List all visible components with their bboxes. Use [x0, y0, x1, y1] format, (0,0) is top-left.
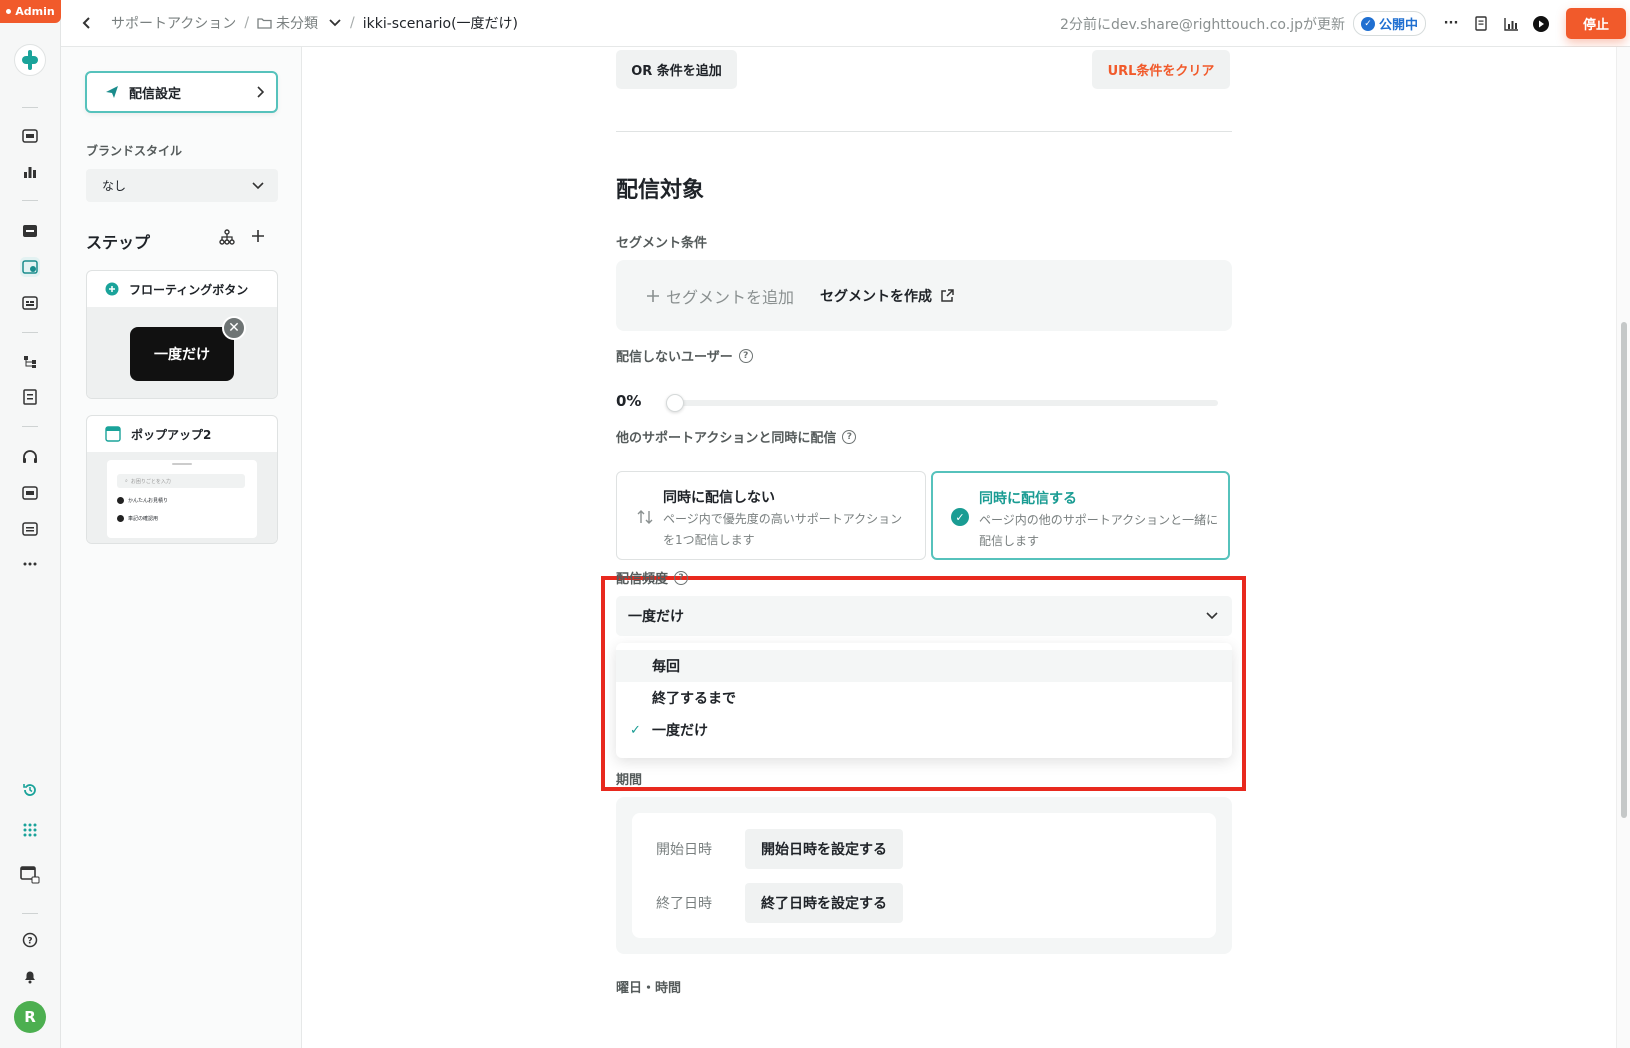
add-step-icon[interactable]: [251, 229, 265, 249]
frequency-option-once[interactable]: ✓ 一度だけ: [616, 714, 1232, 746]
play-icon[interactable]: [1526, 9, 1556, 39]
analytics-icon[interactable]: [20, 162, 40, 182]
support-action-icon[interactable]: [20, 257, 40, 277]
breadcrumb-folder[interactable]: 未分類: [257, 13, 342, 33]
option-concurrent[interactable]: ✓ 同時に配信する ページ内の他のサポートアクションと一緒に配信します: [931, 471, 1230, 560]
more-icon[interactable]: [20, 554, 40, 574]
steps-title: ステップ: [86, 233, 151, 252]
chevron-down-icon: [252, 181, 264, 189]
weekday-label: 曜日・時間: [616, 981, 682, 996]
frequency-option-every[interactable]: 毎回: [616, 650, 1232, 682]
plus-icon: [647, 289, 659, 302]
frequency-label: 配信頻度?: [616, 568, 689, 587]
folder-icon: [257, 18, 272, 29]
concurrent-label: 他のサポートアクションと同時に配信?: [616, 427, 857, 446]
set-end-button[interactable]: 終了日時を設定する: [745, 883, 903, 923]
history-icon[interactable]: [20, 780, 40, 800]
media-icon[interactable]: [20, 483, 40, 503]
option-no-concurrent[interactable]: 同時に配信しない ページ内で優先度の高いサポートアクションを1つ配信します: [616, 471, 926, 560]
delivery-settings-button[interactable]: 配信設定: [85, 71, 278, 113]
sort-icon: [637, 510, 653, 524]
check-icon: ✓: [1360, 16, 1375, 31]
updated-text: 2分前にdev.share@righttouch.co.jpが更新: [1060, 16, 1345, 33]
bell-icon[interactable]: [20, 966, 40, 986]
period-box: 開始日時 開始日時を設定する 終了日時 終了日時を設定する: [616, 797, 1232, 954]
status-badge[interactable]: ✓ 公開中: [1352, 11, 1426, 36]
display-icon[interactable]: [20, 126, 40, 146]
document-icon[interactable]: [20, 387, 40, 407]
apps-grid-icon[interactable]: [20, 820, 40, 840]
popup-preview: ⌕ お困りごとを入力 かんたんお見積り 車記の確認用: [107, 460, 257, 538]
exclude-users-slider[interactable]: [676, 400, 1218, 406]
tree-icon[interactable]: [219, 229, 235, 249]
svg-text:?: ?: [27, 937, 32, 947]
brand-style-select[interactable]: なし: [86, 169, 278, 202]
stop-button[interactable]: 停止: [1566, 8, 1626, 39]
breadcrumb-current: ikki-scenario(一度だけ): [362, 16, 518, 32]
popup-icon: [105, 426, 121, 442]
segment-label: セグメント条件: [616, 236, 708, 251]
help-icon[interactable]: ?: [20, 930, 40, 950]
frequency-dropdown: 毎回 終了するまで ✓ 一度だけ: [616, 643, 1232, 758]
end-label: 終了日時: [656, 896, 712, 912]
slider-thumb[interactable]: [666, 394, 684, 412]
breadcrumb-root[interactable]: サポートアクション: [111, 13, 236, 33]
add-or-condition-button[interactable]: OR 条件を追加: [616, 50, 737, 89]
admin-badge: Admin: [0, 0, 61, 23]
step-card-popup[interactable]: ポップアップ2 ⌕ お困りごとを入力 かんたんお見積り 車記の確認用: [86, 415, 278, 544]
window-icon[interactable]: [20, 865, 40, 885]
check-icon: ✓: [630, 722, 641, 738]
main-content: OR 条件を追加 URL条件をクリア 配信対象 セグメント条件 セグメントを追加…: [302, 47, 1616, 1048]
clear-url-conditions-button[interactable]: URL条件をクリア: [1092, 50, 1230, 89]
external-link-icon: [941, 288, 954, 302]
check-circle-icon: ✓: [951, 508, 969, 526]
exclude-users-value: 0%: [616, 392, 642, 410]
send-icon: [106, 86, 118, 98]
back-arrow-icon[interactable]: [81, 16, 101, 30]
brand-style-label: ブランドスタイル: [86, 144, 183, 158]
set-start-button[interactable]: 開始日時を設定する: [745, 829, 903, 869]
flow-icon[interactable]: [20, 352, 40, 372]
headset-icon[interactable]: [20, 447, 40, 467]
steps-panel: 配信設定 ブランドスタイル なし ステップ フローティングボタン 一度だけ ✕ …: [61, 47, 302, 1048]
chevron-down-icon: [1206, 612, 1218, 620]
avatar[interactable]: R: [14, 1001, 46, 1033]
period-label: 期間: [616, 773, 643, 788]
form-icon[interactable]: [20, 293, 40, 313]
add-segment-button[interactable]: セグメントを追加: [646, 284, 794, 308]
segment-box: セグメントを追加 セグメントを作成: [616, 260, 1232, 331]
chevron-down-icon: [329, 19, 341, 27]
close-icon: ✕: [222, 316, 246, 340]
help-icon[interactable]: ?: [842, 429, 857, 444]
start-label: 開始日時: [656, 842, 712, 858]
create-segment-link[interactable]: セグメントを作成: [820, 286, 954, 306]
scrollbar[interactable]: [1616, 47, 1630, 1048]
section-title: 配信対象: [616, 178, 705, 203]
step-card-floating[interactable]: フローティングボタン 一度だけ ✕: [86, 270, 278, 399]
frequency-select[interactable]: 一度だけ: [616, 596, 1232, 636]
plus-circle-icon: [105, 282, 119, 296]
breadcrumb: サポートアクション / 未分類 / ikki-scenario(一度だけ): [111, 13, 518, 33]
frequency-option-until-end[interactable]: 終了するまで: [616, 682, 1232, 714]
more-icon[interactable]: ···: [1436, 9, 1466, 39]
floating-button-preview: 一度だけ: [130, 327, 234, 381]
help-icon[interactable]: ?: [738, 348, 753, 363]
exclude-users-label: 配信しないユーザー?: [616, 346, 753, 365]
help-icon[interactable]: ?: [674, 570, 689, 585]
list-item: かんたんお見積り: [117, 497, 168, 504]
chevron-right-icon: [257, 86, 264, 98]
list-item: 車記の確認用: [117, 515, 158, 522]
top-bar: サポートアクション / 未分類 / ikki-scenario(一度だけ) 2分…: [61, 0, 1630, 47]
chart-icon[interactable]: [1496, 9, 1526, 39]
scrollbar-thumb[interactable]: [1621, 322, 1627, 818]
inbox-icon[interactable]: [20, 221, 40, 241]
popup-preview-search: ⌕ お困りごとを入力: [117, 474, 245, 488]
icon-rail: Admin ? R: [0, 0, 61, 1048]
app-logo-icon[interactable]: [14, 44, 46, 76]
document-icon[interactable]: [1466, 9, 1496, 39]
list-icon[interactable]: [20, 519, 40, 539]
